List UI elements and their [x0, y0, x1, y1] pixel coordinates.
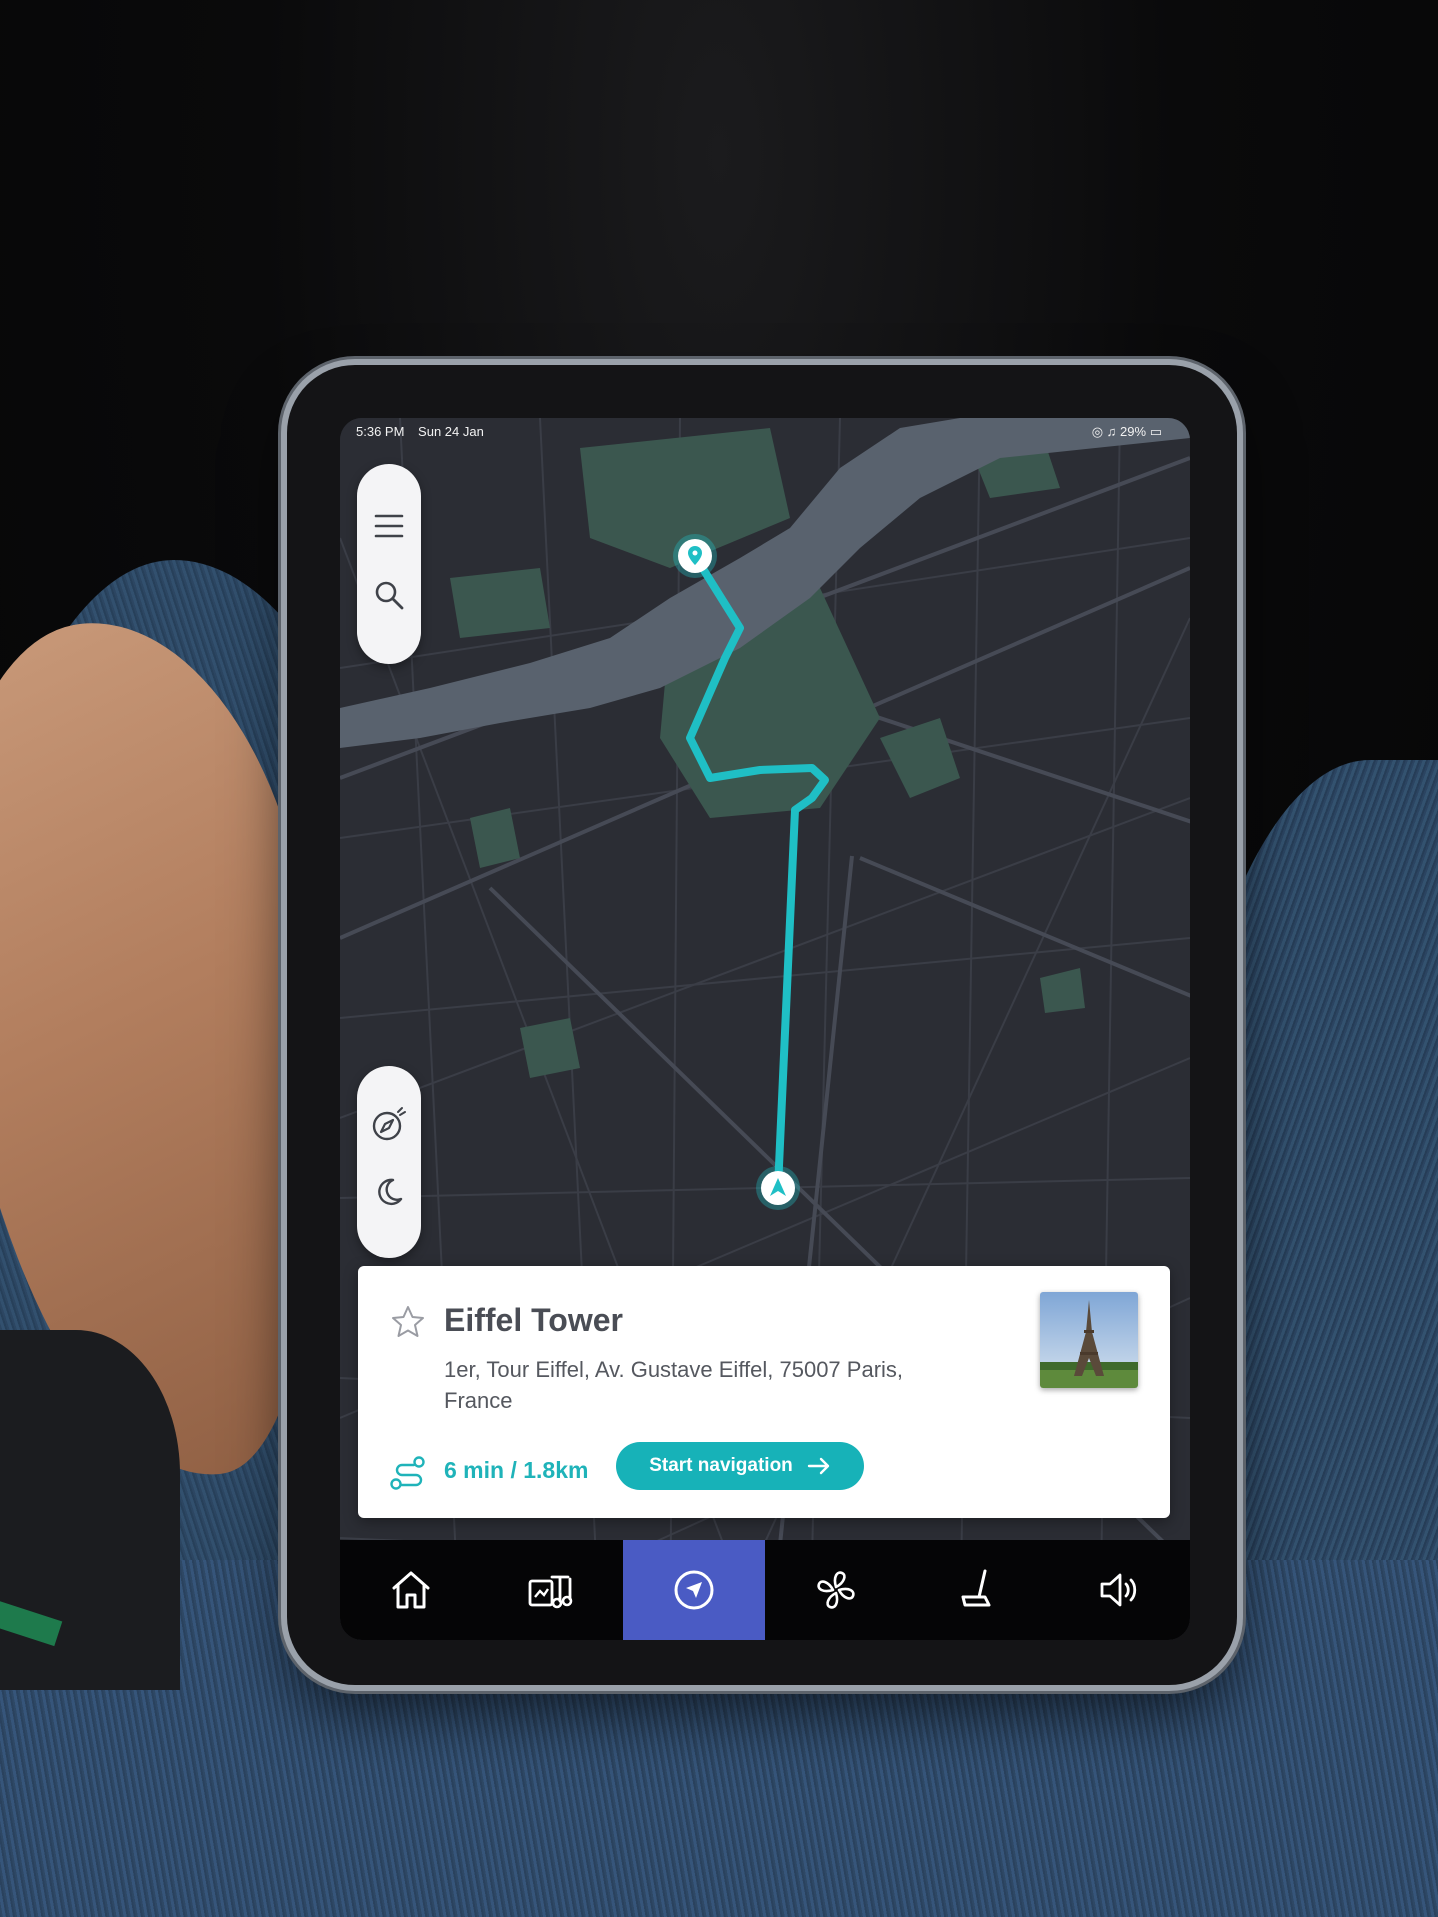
seat-icon	[961, 1569, 991, 1607]
route-icon	[390, 1456, 425, 1490]
favorite-star-icon[interactable]	[390, 1304, 426, 1340]
tab-media[interactable]	[482, 1540, 624, 1640]
place-title: Eiffel Tower	[444, 1302, 623, 1338]
home-icon	[392, 1571, 430, 1609]
place-photo[interactable]	[1040, 1292, 1138, 1388]
eta-distance: 6 min / 1.8km	[444, 1457, 589, 1483]
status-icons: ◎ ♫	[1091, 424, 1121, 439]
bottom-nav-bar	[340, 1540, 1190, 1640]
moon-icon	[378, 1178, 403, 1206]
night-mode-button[interactable]	[357, 1158, 421, 1226]
navigation-icon	[674, 1570, 714, 1610]
menu-icon	[374, 514, 404, 538]
place-address: 1er, Tour Eiffel, Av. Gustave Eiffel, 75…	[444, 1357, 904, 1413]
media-icon	[528, 1575, 572, 1609]
search-icon	[375, 581, 404, 610]
arrow-right-icon	[807, 1457, 829, 1475]
status-time: 5:36 PM	[356, 424, 405, 439]
eiffel-tower-photo	[1040, 1292, 1138, 1388]
battery-level: 29%	[1120, 424, 1147, 439]
compass-icon	[372, 1107, 406, 1141]
tab-home[interactable]	[340, 1540, 482, 1640]
compass-button[interactable]	[357, 1090, 421, 1158]
volume-icon	[1100, 1573, 1137, 1607]
destination-pin[interactable]	[673, 534, 717, 578]
start-navigation-button[interactable]: Start navigation	[616, 1442, 864, 1490]
tab-navigation[interactable]	[623, 1540, 766, 1640]
tab-volume[interactable]	[1048, 1540, 1190, 1640]
place-card: Eiffel Tower 1er, Tour Eiffel, Av. Gusta…	[358, 1266, 1170, 1518]
search-button[interactable]	[357, 560, 421, 630]
map-bottom-controls	[357, 1066, 421, 1258]
status-date: Sun 24 Jan	[418, 424, 484, 439]
menu-button[interactable]	[357, 492, 421, 560]
tab-seat[interactable]	[907, 1540, 1049, 1640]
battery-icon: ▭	[1149, 424, 1162, 439]
map-top-controls	[357, 464, 421, 664]
current-location-marker	[756, 1166, 800, 1210]
status-bar: 5:36 PM Sun 24 Jan ◎ ♫ 29% ▭	[340, 418, 1190, 448]
tablet-screen: 5:36 PM Sun 24 Jan ◎ ♫ 29% ▭ Eiffel Towe…	[340, 418, 1190, 1640]
tab-climate[interactable]	[765, 1540, 907, 1640]
start-navigation-label: Start navigation	[649, 1455, 793, 1476]
fan-icon	[817, 1571, 855, 1609]
